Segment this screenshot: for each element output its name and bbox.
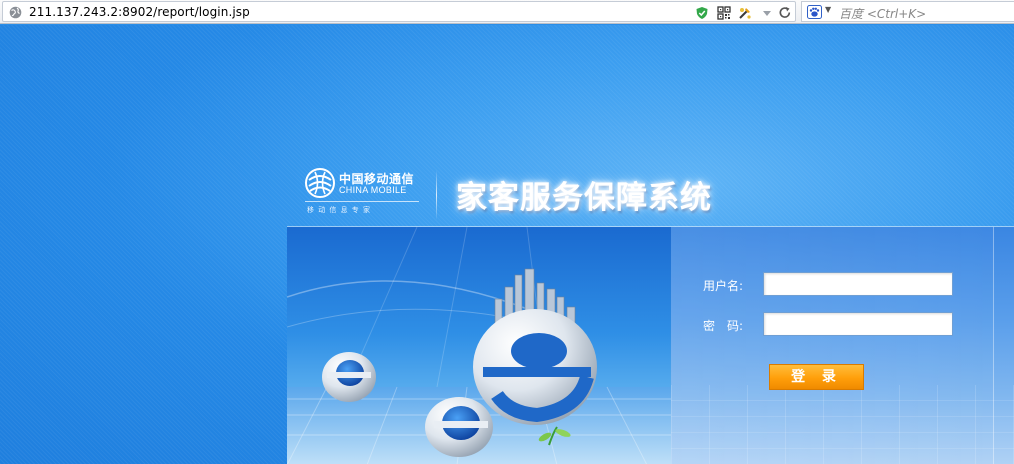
logo-underline: [305, 201, 419, 202]
china-mobile-emblem-icon: [305, 168, 335, 198]
china-mobile-logo: 中国移动通信 CHINA MOBILE 移动信息专家: [303, 166, 423, 220]
globe-icon: [9, 6, 22, 19]
logo-divider: [436, 170, 437, 220]
panel-artwork: [287, 227, 671, 464]
refresh-icon[interactable]: [778, 6, 792, 20]
login-button[interactable]: 登 录: [769, 364, 864, 390]
search-box[interactable]: ▼ 百度 <Ctrl+K>: [801, 1, 1014, 22]
username-input[interactable]: [763, 272, 953, 296]
floor-grid: [671, 385, 1014, 464]
search-placeholder[interactable]: 百度 <Ctrl+K>: [839, 5, 926, 22]
security-shield-icon[interactable]: [695, 6, 709, 20]
login-panel: 用户名: 密 码: 登 录: [287, 226, 1014, 464]
url-text[interactable]: 211.137.243.2:8902/report/login.jsp: [29, 5, 250, 19]
baidu-paw-icon[interactable]: [807, 5, 822, 19]
qr-code-icon[interactable]: [717, 6, 731, 20]
login-form-area: [671, 227, 1014, 464]
company-name-en: CHINA MOBILE: [339, 185, 407, 195]
password-label: 密 码:: [703, 319, 744, 333]
password-input[interactable]: [763, 312, 953, 336]
big-e-logo: [473, 309, 597, 425]
address-bar[interactable]: 211.137.243.2:8902/report/login.jsp: [2, 1, 796, 22]
username-label: 用户名:: [703, 279, 744, 293]
system-title: 家客服务保障系统: [456, 180, 712, 216]
company-slogan: 移动信息专家: [307, 206, 375, 214]
ebusiness-illustration: [287, 227, 671, 464]
browser-toolbar: 211.137.243.2:8902/report/login.jsp ▼ 百度…: [0, 0, 1014, 24]
search-engine-caret-icon[interactable]: ▼: [825, 5, 831, 14]
dropdown-icon[interactable]: [760, 6, 774, 20]
page-tool-icon[interactable]: [738, 6, 752, 20]
